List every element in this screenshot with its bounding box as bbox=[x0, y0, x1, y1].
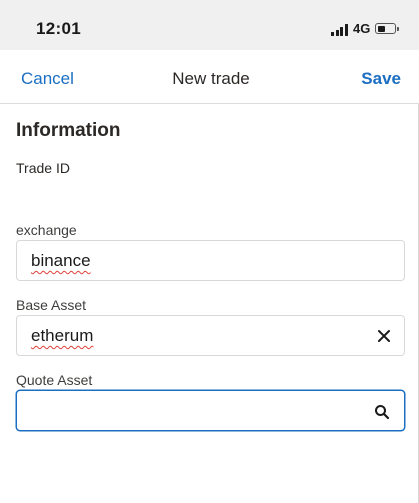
nav-bar: New trade Cancel Save bbox=[0, 50, 419, 104]
battery-fill bbox=[377, 25, 385, 32]
exchange-label: exchange bbox=[16, 222, 77, 238]
exchange-field[interactable]: binance bbox=[16, 240, 405, 281]
base-asset-label: Base Asset bbox=[16, 297, 87, 313]
status-time: 12:01 bbox=[36, 19, 81, 38]
cancel-button[interactable]: Cancel bbox=[21, 69, 74, 89]
base-asset-value: etherum bbox=[31, 326, 94, 345]
search-icon[interactable] bbox=[374, 404, 390, 420]
network-label: 4G bbox=[353, 21, 371, 36]
quote-asset-label: Quote Asset bbox=[16, 372, 93, 388]
close-icon[interactable] bbox=[376, 328, 392, 344]
battery-icon bbox=[375, 23, 399, 34]
status-bar: 12:01 4G bbox=[0, 0, 419, 50]
signal-icon bbox=[331, 24, 348, 36]
quote-asset-field[interactable] bbox=[16, 390, 405, 431]
base-asset-field[interactable]: etherum bbox=[16, 315, 405, 356]
exchange-value: binance bbox=[31, 251, 91, 270]
new-trade-screen: 12:01 4G New trade Cancel Save Informati… bbox=[0, 0, 419, 503]
battery-tip bbox=[397, 27, 399, 31]
trade-id-label: Trade ID bbox=[16, 160, 70, 176]
save-button[interactable]: Save bbox=[361, 69, 401, 89]
section-title-information: Information bbox=[16, 120, 121, 141]
